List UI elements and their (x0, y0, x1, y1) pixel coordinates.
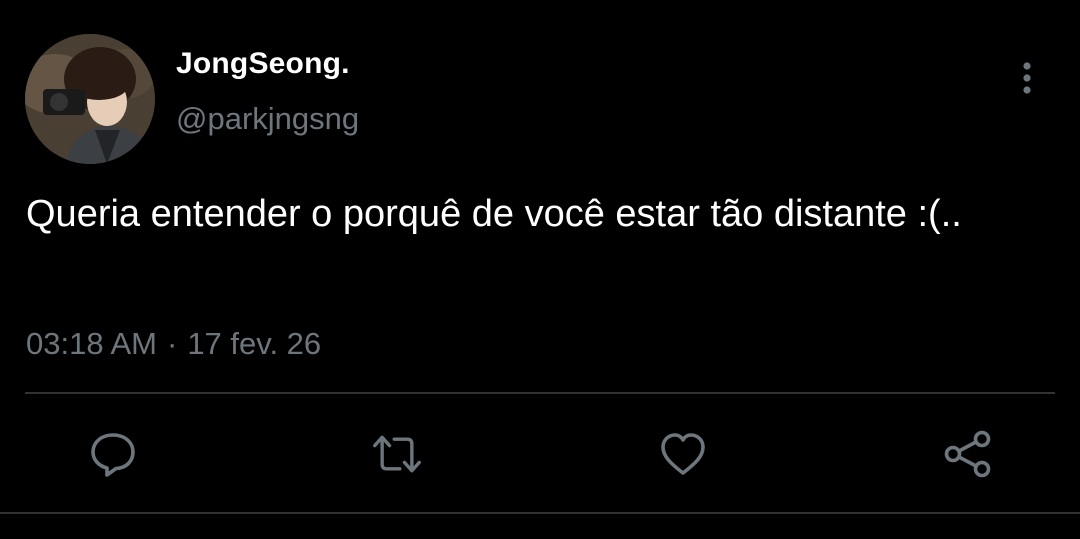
user-handle[interactable]: @parkjngsng (176, 101, 359, 137)
meta-separator: · (166, 326, 178, 361)
share-icon (944, 430, 991, 478)
avatar[interactable] (25, 34, 155, 164)
tweet-date: 17 fev. 26 (187, 326, 322, 361)
tweet-timestamp[interactable]: 03:18 AM · 17 fev. 26 (26, 326, 321, 362)
tweet-card: JongSeong. @parkjngsng Queria entender o… (0, 0, 1080, 539)
vertical-dots-icon (1023, 62, 1031, 94)
tweet-text: Queria entender o porquê de você estar t… (26, 193, 962, 235)
retweet-button[interactable] (371, 428, 423, 480)
more-options-button[interactable] (1012, 58, 1042, 98)
heart-icon (661, 433, 705, 475)
divider (25, 392, 1055, 394)
retweet-icon (373, 435, 421, 473)
tweet-time: 03:18 AM (26, 326, 157, 361)
avatar-photo-icon (25, 34, 155, 164)
bottom-divider (0, 512, 1080, 514)
like-button[interactable] (657, 428, 709, 480)
display-name[interactable]: JongSeong. (176, 47, 350, 81)
share-button[interactable] (942, 428, 994, 480)
comment-icon (91, 433, 135, 477)
reply-button[interactable] (87, 428, 139, 480)
